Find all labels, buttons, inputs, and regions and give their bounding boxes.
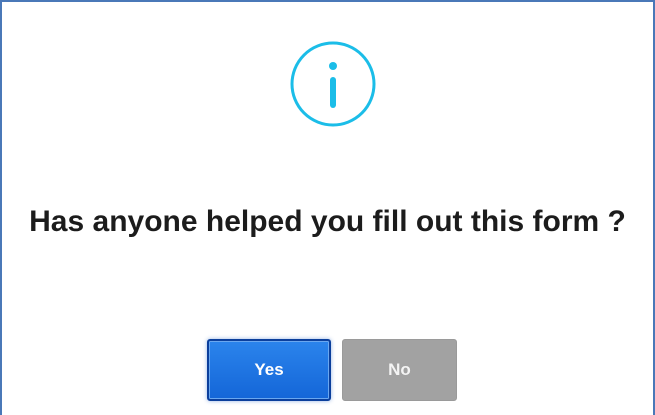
dialog-frame: Has anyone helped you fill out this form… xyxy=(0,0,655,415)
yes-button-label: Yes xyxy=(254,360,284,379)
no-button[interactable]: No xyxy=(342,339,457,401)
yes-button[interactable]: Yes xyxy=(207,339,331,401)
dialog-buttons: Yes No xyxy=(2,339,653,401)
dialog-question: Has anyone helped you fill out this form… xyxy=(29,205,626,238)
info-icon xyxy=(290,41,376,127)
no-button-label: No xyxy=(388,360,411,379)
